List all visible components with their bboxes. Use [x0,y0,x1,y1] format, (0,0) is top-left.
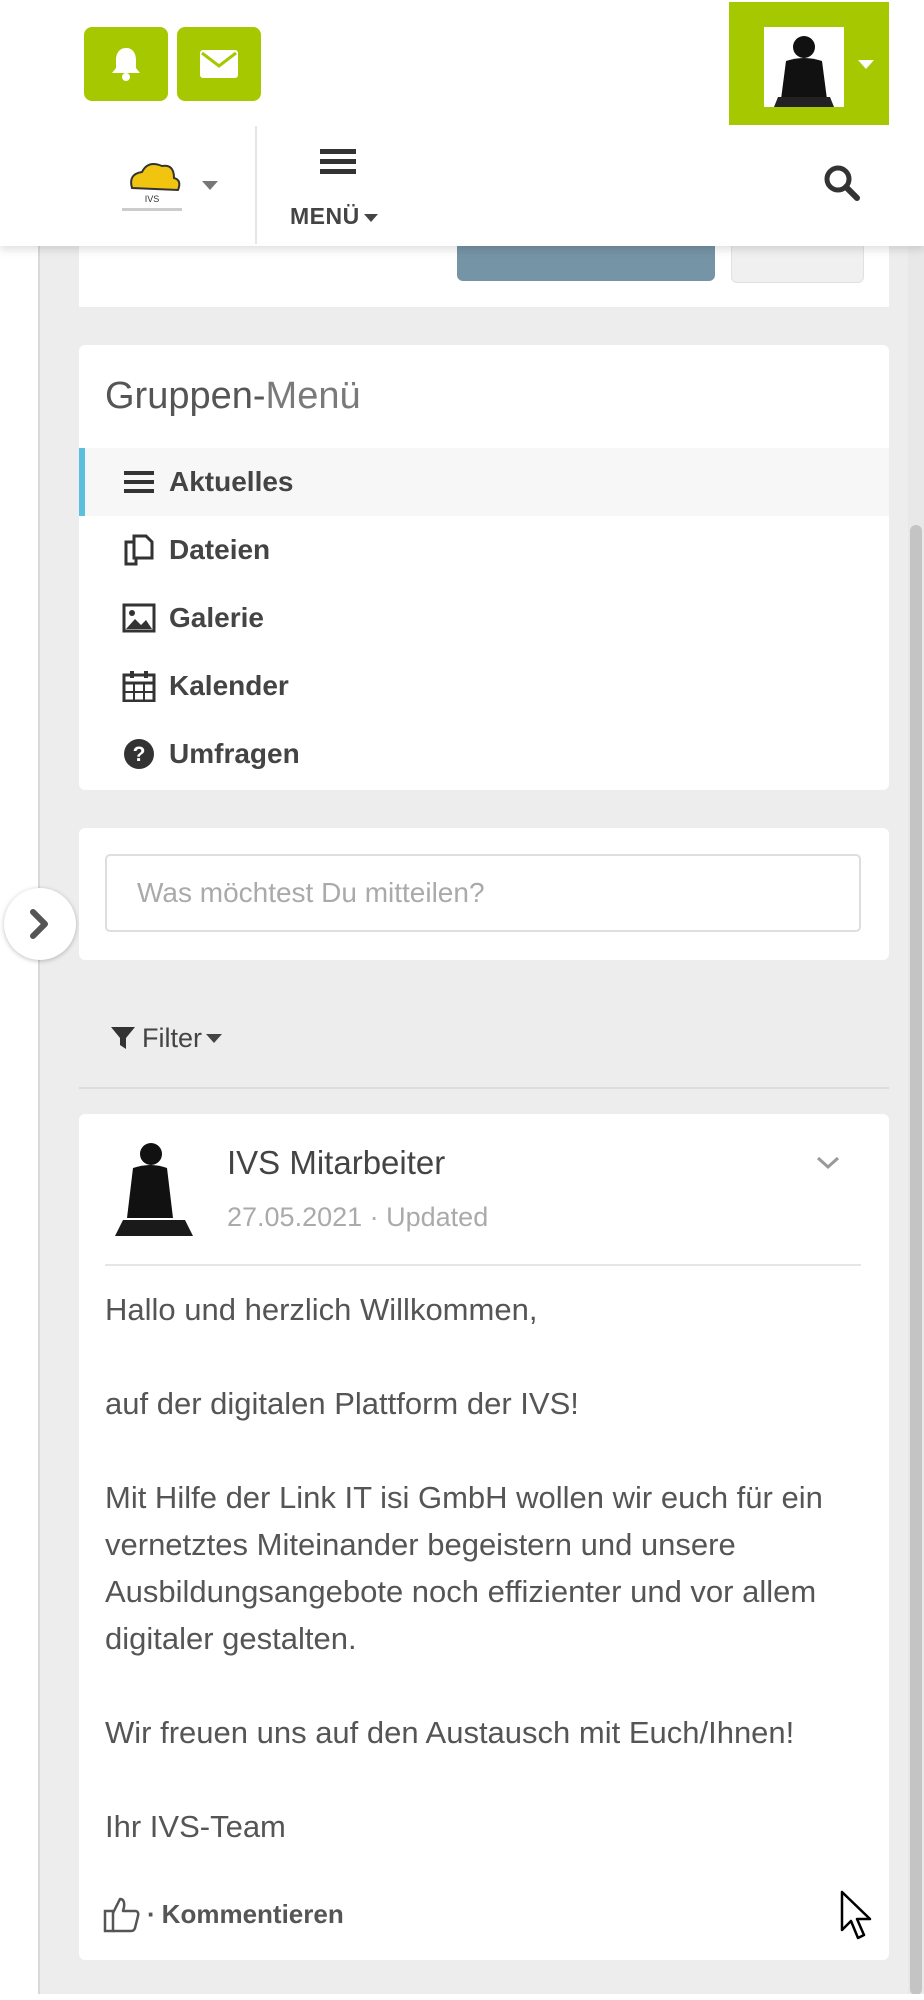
user-silhouette-icon [115,1143,193,1236]
cloud-logo-icon: IVS [110,150,194,230]
search-button[interactable] [822,163,862,203]
thumbs-up-icon[interactable] [103,1895,141,1933]
divider [79,1087,889,1089]
post-paragraph: Hallo und herzlich Willkommen, [105,1292,538,1327]
group-menu-item-label: Kalender [169,670,289,701]
group-menu-item-kalender[interactable]: Kalender [79,652,889,720]
group-menu: Gruppen-Menü Aktuelles Dateien Galerie K… [79,345,889,790]
chevron-down-icon [858,60,874,69]
chevron-down-icon[interactable] [202,181,218,190]
group-menu-item-aktuelles[interactable]: Aktuelles [79,448,889,516]
header-divider [255,126,257,244]
post-paragraph: Wir freuen uns auf den Austausch mit Euc… [105,1715,795,1750]
post-actions: · Kommentieren [103,1892,344,1936]
user-menu-button[interactable] [729,2,889,125]
post-paragraph: auf der digitalen Plattform der IVS! [105,1386,579,1421]
group-menu-item-label: Dateien [169,534,271,565]
community-logo[interactable]: IVS [110,150,194,230]
post-content: Hallo und herzlich Willkommen, auf der d… [105,1286,875,1850]
chevron-right-icon [30,909,48,939]
group-menu-item-dateien[interactable]: Dateien [79,516,889,584]
filter-icon [111,1027,135,1049]
mouse-cursor-icon [840,1890,872,1940]
group-menu-title: Gruppen-Menü [105,375,361,417]
left-rail [0,0,40,2000]
image-icon [122,603,156,633]
top-header: IVS MENÜ [0,0,924,246]
post-paragraph: Ihr IVS-Team [105,1809,286,1844]
calendar-icon [122,671,156,702]
bell-icon [112,48,140,81]
comment-link[interactable]: Kommentieren [162,1899,344,1930]
hamburger-icon [320,149,356,179]
caret-down-icon [206,1033,222,1043]
files-icon [124,534,154,566]
sidebar-toggle-button[interactable] [4,888,76,960]
filter-dropdown[interactable]: Filter [110,1020,222,1056]
messages-button[interactable] [177,27,261,101]
group-menu-item-umfragen[interactable]: ? Umfragen [79,720,889,788]
post-author[interactable]: IVS Mitarbeiter [227,1144,445,1182]
list-icon [124,471,154,493]
avatar[interactable] [115,1138,195,1238]
group-menu-item-galerie[interactable]: Galerie [79,584,889,652]
page-bottom-edge [0,1994,924,2000]
caret-down-icon [363,213,378,222]
group-menu-item-label: Umfragen [169,738,300,769]
scrollbar-track[interactable] [908,0,924,2000]
group-menu-item-label: Galerie [169,602,264,633]
post-timestamp[interactable]: 27.05.2021 · Updated [227,1202,488,1233]
action-separator: · [147,1898,156,1929]
logo-text: IVS [145,194,160,204]
filter-label: Filter [142,1022,202,1053]
post-composer [79,828,889,960]
envelope-icon [200,50,238,78]
main-menu-button[interactable]: MENÜ [280,145,400,235]
menu-label: MENÜ [290,203,378,230]
post-paragraph: Mit Hilfe der Link IT isi GmbH wollen wi… [105,1480,823,1656]
divider [105,1264,861,1266]
scrollbar-thumb[interactable] [910,525,922,1995]
search-icon [824,165,860,201]
svg-text:?: ? [133,743,146,766]
post-input[interactable] [105,854,861,932]
avatar [764,27,844,107]
user-silhouette-icon [764,27,844,107]
stream-post: IVS Mitarbeiter 27.05.2021 · Updated Hal… [79,1114,889,1960]
group-menu-item-label: Aktuelles [169,466,294,497]
chevron-down-icon[interactable] [815,1154,841,1172]
notifications-button[interactable] [84,27,168,101]
question-circle-icon: ? [124,739,154,769]
